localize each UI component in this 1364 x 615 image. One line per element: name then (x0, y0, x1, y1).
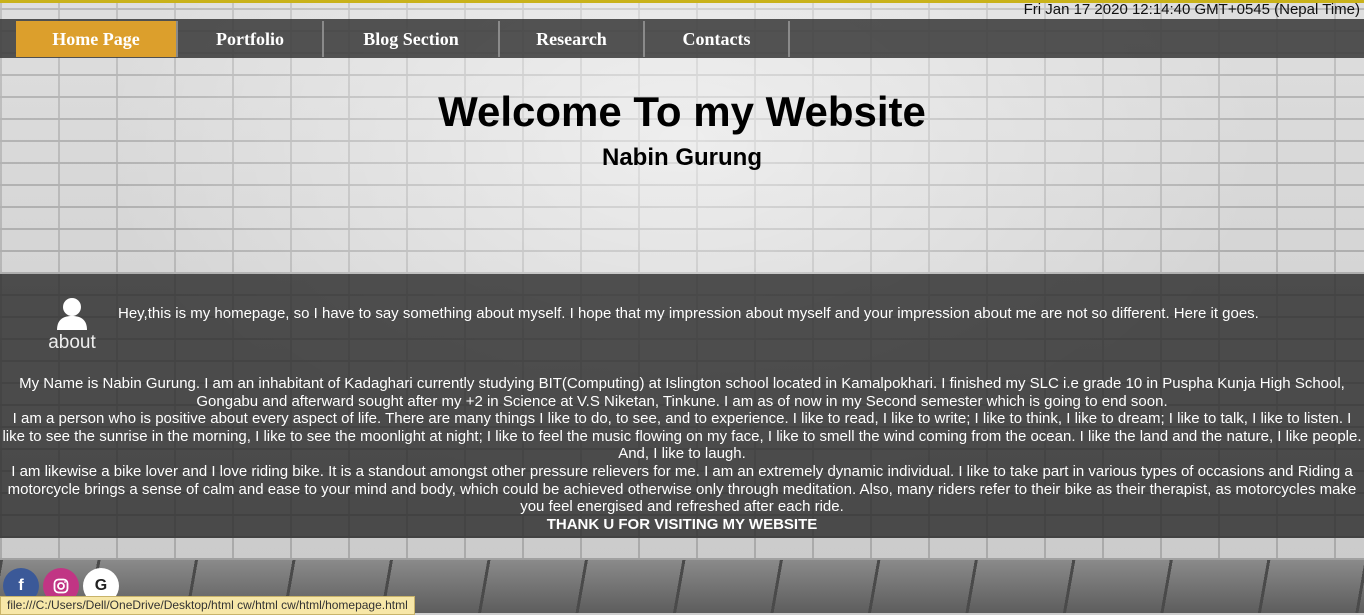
nav-item-home[interactable]: Home Page (16, 21, 178, 57)
nav-item-portfolio[interactable]: Portfolio (178, 21, 324, 57)
bio-paragraph-personality: I am a person who is positive about ever… (2, 410, 1362, 463)
about-label: about (48, 332, 96, 353)
clock-display: Fri Jan 17 2020 12:14:40 GMT+0545 (Nepal… (1023, 1, 1360, 18)
bio-paragraph-biking: I am likewise a bike lover and I love ri… (7, 462, 1357, 516)
page-subtitle: Nabin Gurung (602, 144, 762, 171)
nav-item-research[interactable]: Research (500, 21, 645, 57)
about-section-icon: about (48, 296, 96, 354)
about-bio: My Name is Nabin Gurung. I am an inhabit… (0, 375, 1364, 533)
page-title: Welcome To my Website (438, 88, 926, 135)
bio-paragraph-education: My Name is Nabin Gurung. I am an inhabit… (19, 375, 1345, 410)
thank-you-text: THANK U FOR VISITING MY WEBSITE (546, 515, 818, 533)
nav-item-blog[interactable]: Blog Section (324, 21, 500, 57)
browser-status-bar: file:///C:/Users/Dell/OneDrive/Desktop/h… (0, 596, 415, 615)
nav-item-contacts[interactable]: Contacts (645, 21, 790, 57)
user-icon (57, 298, 87, 330)
main-navbar: Home Page Portfolio Blog Section Researc… (0, 19, 1364, 58)
about-intro-text: Hey,this is my homepage, so I have to sa… (118, 305, 1259, 322)
